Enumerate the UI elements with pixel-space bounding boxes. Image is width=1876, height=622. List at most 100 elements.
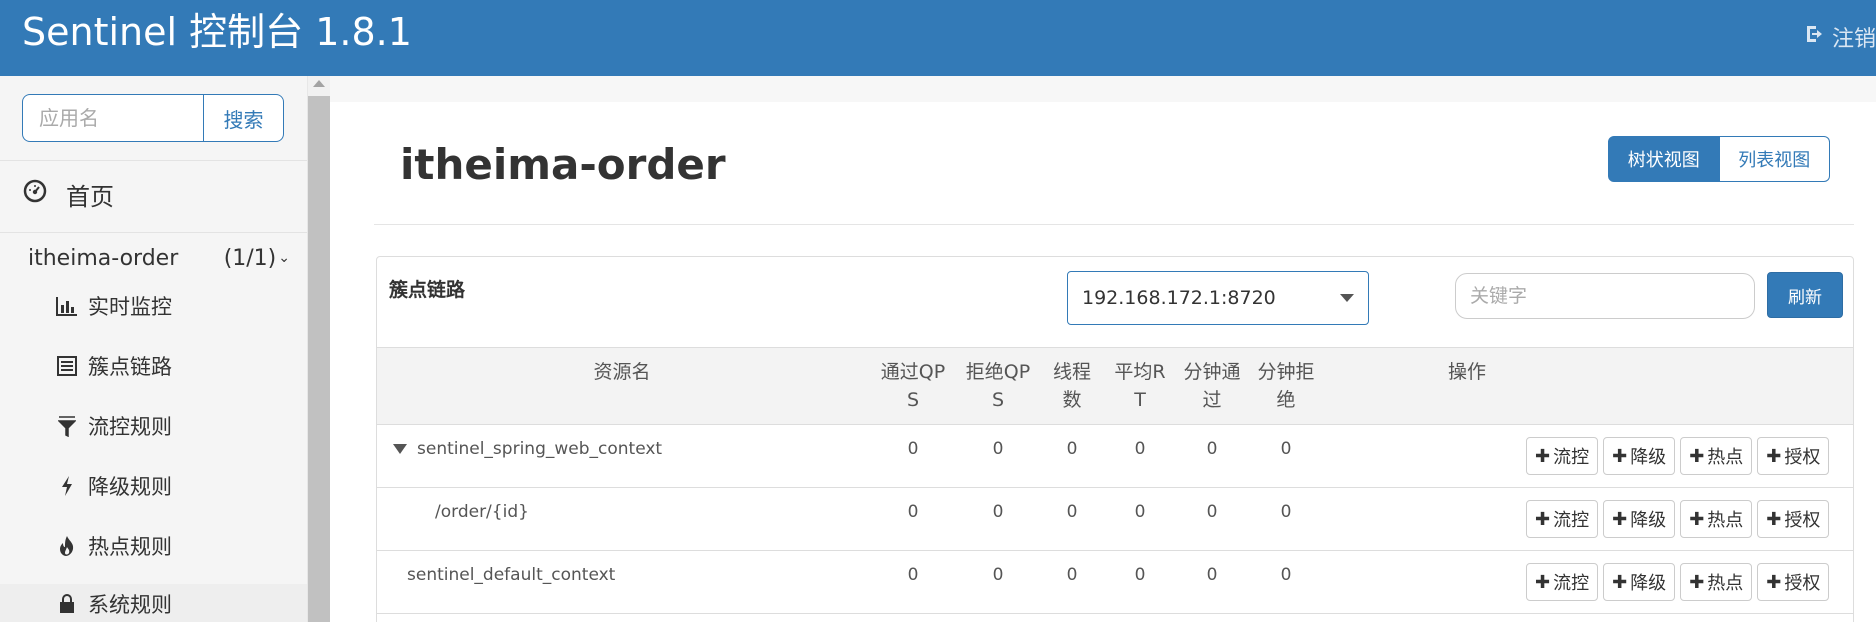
col-pass-qps: 通过QP S — [880, 361, 946, 411]
row-operations: ✚ 流控 ✚ 降级 ✚ 热点 ✚ 授权 — [1526, 500, 1830, 538]
degrade-rule-button[interactable]: ✚ 降级 — [1603, 500, 1676, 538]
app-name: itheima-order — [28, 245, 179, 271]
view-toggle: 树状视图 列表视图 — [1608, 136, 1830, 182]
auth-rule-button[interactable]: ✚ 授权 — [1757, 437, 1830, 475]
sidebar-item-label: 首页 — [66, 182, 114, 211]
list-view-button[interactable]: 列表视图 — [1719, 136, 1830, 182]
block-qps-cell: 0 — [992, 439, 1004, 459]
panel-title: 簇点链路 — [389, 279, 466, 301]
sidebar-item-system-rules[interactable]: 系统规则 — [0, 584, 307, 622]
minute-pass-cell: 0 — [1206, 502, 1218, 522]
col-operations: 操作 — [1447, 361, 1486, 383]
pass-qps-cell: 0 — [907, 439, 919, 459]
sidebar-app-group[interactable]: itheima-order (1/1) ⌄ — [28, 236, 290, 280]
pass-qps-cell: 0 — [907, 565, 919, 585]
plus-icon: ✚ — [1535, 571, 1551, 593]
list-icon — [56, 355, 78, 377]
sidebar-item-realtime-monitor[interactable]: 实时监控 — [56, 286, 172, 326]
minute-pass-cell: 0 — [1206, 439, 1218, 459]
plus-icon: ✚ — [1612, 571, 1628, 593]
scroll-up-arrow-icon[interactable] — [313, 80, 325, 87]
caret-down-icon — [1340, 294, 1354, 302]
plus-icon: ✚ — [1689, 571, 1705, 593]
plus-icon: ✚ — [1689, 445, 1705, 467]
filter-icon — [56, 415, 78, 437]
divider — [0, 160, 307, 161]
page-title: itheima-order — [400, 140, 726, 189]
threads-cell: 0 — [1066, 502, 1078, 522]
system-icon — [56, 593, 78, 615]
sidebar-scrollbar[interactable] — [308, 76, 330, 622]
sidebar-item-degrade-rules[interactable]: 降级规则 — [56, 466, 172, 506]
resource-name-cell[interactable]: sentinel_default_context — [407, 563, 615, 587]
chevron-down-icon: ⌄ — [278, 250, 290, 266]
tree-view-button[interactable]: 树状视图 — [1608, 136, 1720, 182]
machine-select-value: 192.168.172.1:8720 — [1082, 287, 1276, 309]
flow-rule-button[interactable]: ✚ 流控 — [1526, 437, 1599, 475]
block-qps-cell: 0 — [992, 502, 1004, 522]
divider — [0, 232, 307, 233]
minute-pass-cell: 0 — [1206, 565, 1218, 585]
degrade-rule-button[interactable]: ✚ 降级 — [1603, 437, 1676, 475]
degrade-rule-button[interactable]: ✚ 降级 — [1603, 563, 1676, 601]
minute-block-cell: 0 — [1280, 502, 1292, 522]
col-avg-rt: 平均R T — [1114, 361, 1166, 411]
auth-rule-button[interactable]: ✚ 授权 — [1757, 500, 1830, 538]
flow-rule-button[interactable]: ✚ 流控 — [1526, 563, 1599, 601]
sidebar-item-flow-rules[interactable]: 流控规则 — [56, 406, 172, 446]
content-card: itheima-order 树状视图 列表视图 簇点链路 192.168.172… — [330, 102, 1876, 622]
block-qps-cell: 0 — [992, 565, 1004, 585]
avg-rt-cell: 0 — [1134, 565, 1146, 585]
logout-label: 注销 — [1831, 27, 1876, 52]
app-machine-count: (1/1) — [223, 245, 277, 271]
plus-icon: ✚ — [1612, 445, 1628, 467]
hotspot-rule-button[interactable]: ✚ 热点 — [1680, 437, 1753, 475]
logout-link[interactable]: 注销 — [1804, 22, 1876, 52]
col-block-qps: 拒绝QP S — [965, 361, 1031, 411]
sign-out-icon — [1804, 22, 1828, 52]
plus-icon: ✚ — [1612, 508, 1628, 530]
avg-rt-cell: 0 — [1134, 439, 1146, 459]
pass-qps-cell: 0 — [907, 502, 919, 522]
table-header: 资源名 通过QP S 拒绝QP S 线程数 平均R T 分钟通过 分钟拒绝 操作 — [377, 347, 1853, 425]
brand-title[interactable]: Sentinel 控制台 1.8.1 — [22, 10, 412, 54]
resource-name-cell[interactable]: /order/{id} — [435, 500, 529, 524]
sidebar-item-cluster-chain[interactable]: 簇点链路 — [56, 346, 172, 386]
hotspot-rule-button[interactable]: ✚ 热点 — [1680, 563, 1753, 601]
row-operations: ✚ 流控 ✚ 降级 ✚ 热点 ✚ 授权 — [1526, 437, 1830, 475]
sidebar-item-label: 降级规则 — [88, 475, 172, 499]
col-minute-block: 分钟拒绝 — [1257, 361, 1315, 411]
plus-icon: ✚ — [1766, 571, 1782, 593]
scrollbar-thumb[interactable] — [308, 96, 330, 622]
hotspot-rule-button[interactable]: ✚ 热点 — [1680, 500, 1753, 538]
sidebar-item-label: 流控规则 — [88, 415, 172, 439]
table-row: /order/{id} 0 0 0 0 0 0 ✚ 流控 ✚ 降级 ✚ 热点 ✚ 授权 — [377, 488, 1853, 551]
machine-select[interactable]: 192.168.172.1:8720 — [1067, 271, 1369, 325]
auth-rule-button[interactable]: ✚ 授权 — [1757, 563, 1830, 601]
flow-rule-button[interactable]: ✚ 流控 — [1526, 500, 1599, 538]
keyword-input[interactable] — [1455, 273, 1755, 319]
table-row: sentinel_spring_web_context 0 0 0 0 0 0 … — [377, 425, 1853, 488]
sidebar-item-label: 系统规则 — [88, 593, 172, 617]
refresh-button[interactable]: 刷新 — [1767, 272, 1843, 318]
app-search-input[interactable] — [22, 94, 203, 142]
threads-cell: 0 — [1066, 565, 1078, 585]
threads-cell: 0 — [1066, 439, 1078, 459]
plus-icon: ✚ — [1689, 508, 1705, 530]
sidebar-item-hotspot-rules[interactable]: 热点规则 — [56, 526, 172, 566]
divider — [374, 224, 1854, 225]
plus-icon: ✚ — [1535, 445, 1551, 467]
cluster-chain-panel: 簇点链路 192.168.172.1:8720 刷新 资源名 通过QPS 拒绝Q… — [376, 256, 1854, 622]
sidebar-item-label: 实时监控 — [88, 295, 172, 319]
app-search: 搜索 — [22, 94, 284, 142]
col-minute-pass: 分钟通过 — [1183, 361, 1241, 411]
sidebar-item-home[interactable]: 首页 — [22, 172, 114, 216]
caret-down-icon[interactable] — [393, 444, 407, 454]
flash-icon — [56, 475, 78, 497]
plus-icon: ✚ — [1766, 508, 1782, 530]
app-search-button[interactable]: 搜索 — [203, 94, 284, 142]
avg-rt-cell: 0 — [1134, 502, 1146, 522]
fire-icon — [56, 535, 78, 557]
bar-chart-icon — [56, 295, 78, 317]
resource-name-cell[interactable]: sentinel_spring_web_context — [393, 437, 662, 461]
